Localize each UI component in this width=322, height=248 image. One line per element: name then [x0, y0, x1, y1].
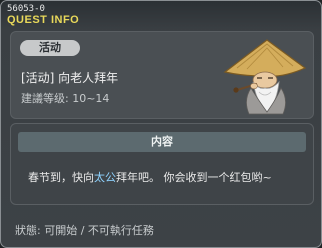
content-text-after: 拜年吧。 你会收到一个红包哟~: [116, 171, 272, 184]
content-header: 内容: [18, 132, 306, 152]
npc-name-highlight: 太公: [94, 171, 116, 184]
quest-info-window: 56053-0 QUEST INFO 活动 [活动] 向老人拜年 建議等级: 1…: [0, 0, 322, 248]
quest-summary-panel: 活动 [活动] 向老人拜年 建議等级: 10~14: [10, 31, 314, 119]
content-description: 春节到，快向太公拜年吧。 你会收到一个红包哟~: [28, 169, 272, 185]
window-title: QUEST INFO: [7, 14, 80, 26]
quest-content-panel: 内容 春节到，快向太公拜年吧。 你会收到一个红包哟~: [10, 123, 314, 205]
quest-category-badge: 活动: [20, 40, 80, 56]
quest-status: 狀態: 可開始 / 不可執行任務: [15, 224, 154, 237]
old-sage-npc-icon: [223, 39, 307, 115]
quest-level-requirement: 建議等级: 10~14: [21, 92, 110, 105]
quest-id: 56053-0: [7, 4, 45, 14]
quest-name: [活动] 向老人拜年: [21, 71, 119, 85]
content-text-before: 春节到，快向: [28, 171, 94, 184]
